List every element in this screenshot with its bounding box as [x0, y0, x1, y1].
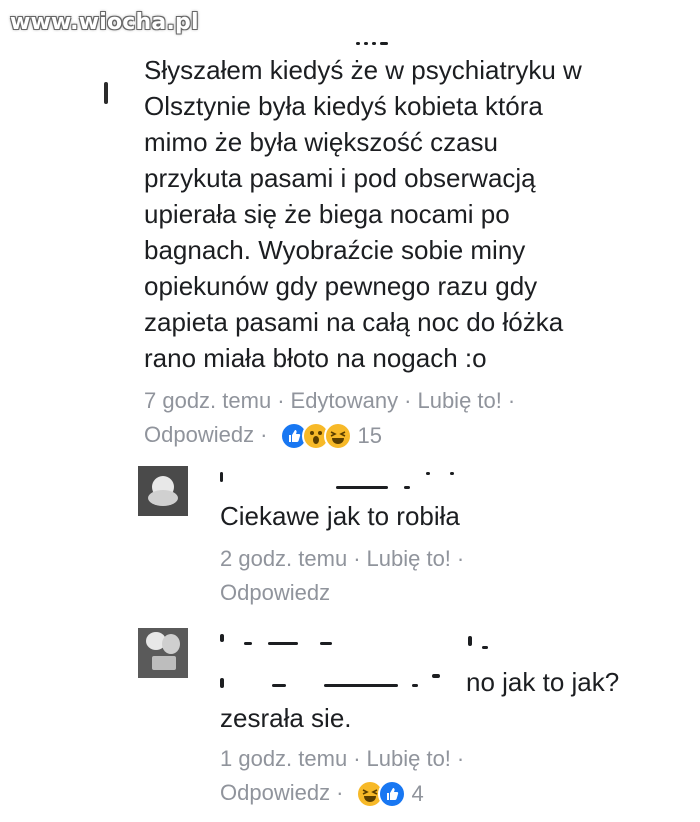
reply-text-line2: zesrała sie. [220, 703, 352, 733]
like-icon [377, 780, 406, 809]
comment-time[interactable]: 7 godz. temu [144, 388, 271, 413]
watermark: www.wiocha.pl [10, 10, 199, 35]
redacted-author[interactable] [220, 628, 660, 656]
reply-link[interactable]: Odpowiedz [220, 580, 330, 605]
haha-icon [323, 422, 352, 451]
avatar[interactable] [138, 628, 188, 678]
main-comment: Słyszałem kiedyś że w psychiatryku w Ols… [104, 40, 674, 451]
like-link[interactable]: Lubię to! [367, 746, 451, 771]
reactions-summary[interactable]: 15 [279, 421, 383, 451]
reply-meta-2: Odpowiedz [220, 578, 660, 608]
like-link[interactable]: Lubię to! [367, 546, 451, 571]
edited-label[interactable]: Edytowany [291, 388, 399, 413]
reply-text-tail: no jak to jak? [466, 667, 620, 697]
reaction-count: 4 [411, 781, 424, 807]
comment-text: Słyszałem kiedyś że w psychiatryku w Ols… [144, 55, 582, 373]
redacted-author[interactable] [220, 466, 660, 494]
reaction-count: 15 [357, 423, 383, 449]
reply-meta: 1 godz. temu · Lubię to! · [220, 746, 465, 771]
reply-time[interactable]: 1 godz. temu [220, 746, 347, 771]
reply-text-line1: no jak to jak? [220, 664, 660, 700]
comment-meta: 7 godz. temu · Edytowany · Lubię to! · [144, 388, 516, 413]
reactions-summary[interactable]: 4 [355, 779, 424, 809]
reply-text: Ciekawe jak to robiła [220, 501, 460, 531]
like-link[interactable]: Lubię to! [417, 388, 501, 413]
avatar[interactable] [138, 466, 188, 516]
reply-meta: 2 godz. temu · Lubię to! · [220, 546, 465, 571]
reply-link[interactable]: Odpowiedz [220, 780, 330, 805]
comment-meta-2: Odpowiedz · 15 [104, 420, 674, 451]
reply-meta-2: Odpowiedz · 4 [220, 778, 660, 809]
reply-time[interactable]: 2 godz. temu [220, 546, 347, 571]
reply-link[interactable]: Odpowiedz [144, 422, 254, 447]
